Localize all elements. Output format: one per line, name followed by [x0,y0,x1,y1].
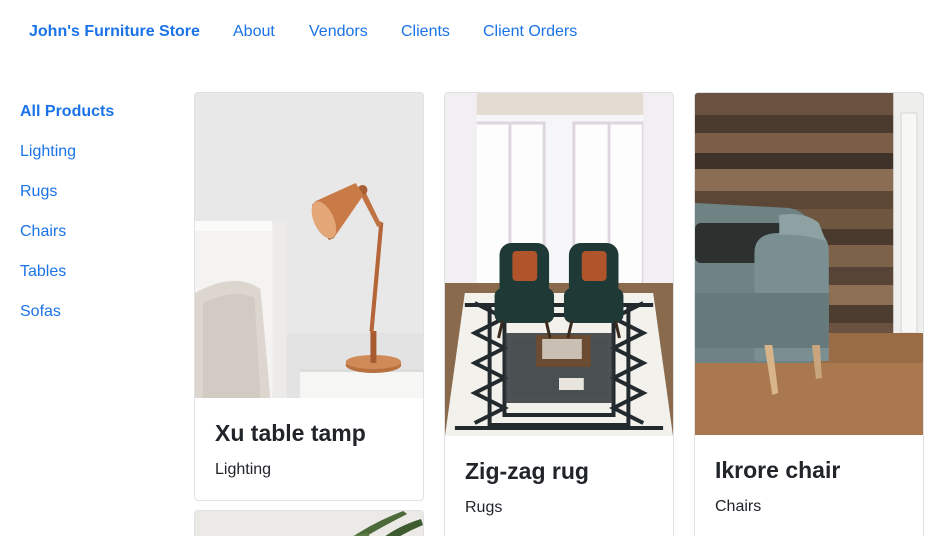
product-card[interactable]: Zig-zag rug Rugs [444,92,674,536]
product-category: Rugs [465,499,503,516]
category-sidebar: All Products Lighting Rugs Chairs Tables… [20,102,170,342]
sidebar-item-sofas[interactable]: Sofas [20,302,170,342]
product-name: Ikrore chair [715,457,841,483]
sidebar-item-tables[interactable]: Tables [20,262,170,302]
product-card-partial[interactable] [194,510,424,536]
product-name: Zig-zag rug [465,458,589,484]
product-image-plant [195,511,423,536]
nav-link-client-orders[interactable]: Client Orders [483,22,577,42]
sidebar-item-chairs[interactable]: Chairs [20,222,170,262]
product-category: Chairs [715,498,762,515]
brand-link[interactable]: John's Furniture Store [29,22,200,42]
sidebar-item-rugs[interactable]: Rugs [20,182,170,222]
product-image-rug [445,93,673,436]
nav-link-vendors[interactable]: Vendors [309,22,368,42]
product-card[interactable]: Xu table tamp Lighting [194,92,424,501]
top-navbar: John's Furniture Store About Vendors Cli… [0,0,947,64]
product-image-chair [695,93,923,435]
product-card[interactable]: Ikrore chair Chairs [694,92,924,536]
sidebar-item-all-products[interactable]: All Products [20,102,170,142]
product-category: Lighting [215,461,272,478]
product-image-lamp [195,93,423,398]
nav-link-clients[interactable]: Clients [401,22,450,42]
product-name: Xu table tamp [215,420,366,446]
nav-link-about[interactable]: About [233,22,275,42]
sidebar-item-lighting[interactable]: Lighting [20,142,170,182]
